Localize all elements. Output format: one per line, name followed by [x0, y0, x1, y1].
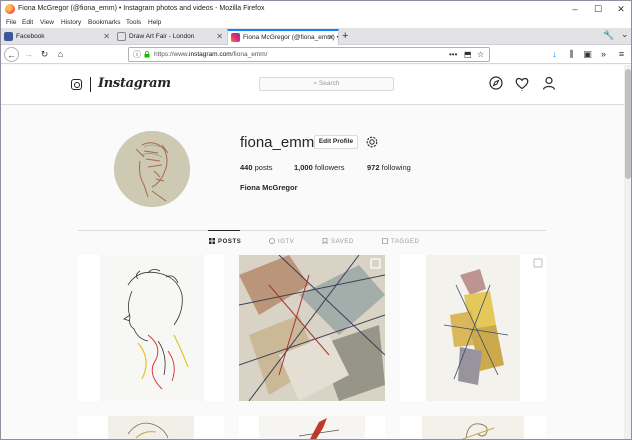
- post-thumbnail[interactable]: [400, 416, 546, 439]
- url-bar[interactable]: ⓘ https://www.instagram.com/fiona_emm/ •…: [128, 47, 490, 62]
- post-figure-drawing-image: [400, 255, 546, 401]
- logo-divider: [90, 77, 91, 92]
- following-stat[interactable]: 972 following: [367, 163, 411, 172]
- search-placeholder: Search: [318, 80, 340, 87]
- tag-person-icon: [382, 238, 388, 244]
- wrench-icon[interactable]: 🔧: [603, 30, 614, 41]
- tab-label: Fiona McGregor (@fiona_emm) •: [243, 34, 339, 41]
- posts-stat: 440 posts: [240, 163, 273, 172]
- profile-username: fiona_emm: [240, 134, 315, 151]
- menu-tools[interactable]: Tools: [126, 17, 141, 28]
- close-tab-icon[interactable]: ✕: [103, 29, 110, 44]
- menu-help[interactable]: Help: [148, 17, 161, 28]
- profile-full-name: Fiona McGregor: [240, 183, 298, 192]
- tab-draw-art-fair[interactable]: Draw Art Fair - London ✕: [114, 29, 227, 45]
- forward-button[interactable]: →: [21, 47, 36, 62]
- instagram-logo[interactable]: Instagram: [98, 76, 171, 91]
- profile-tabs-divider: [78, 230, 546, 231]
- bookmark-icon: [322, 238, 328, 244]
- lock-icon: [144, 51, 150, 58]
- download-icon[interactable]: ↓: [547, 47, 562, 62]
- activity-heart-icon[interactable]: [514, 75, 530, 91]
- profile-user-icon[interactable]: [541, 75, 557, 91]
- menu-edit[interactable]: Edit: [22, 17, 33, 28]
- tab-facebook[interactable]: Facebook ✕: [1, 29, 114, 45]
- new-tab-button[interactable]: +: [342, 28, 348, 44]
- close-tab-icon[interactable]: ✕: [216, 29, 223, 44]
- post-abstract-drawing-image: [239, 255, 385, 401]
- page-scrollbar[interactable]: [624, 65, 631, 439]
- igtv-icon: [269, 238, 275, 244]
- tab-instagram[interactable]: Fiona McGregor (@fiona_emm) • ✕: [227, 29, 339, 45]
- instagram-icon: [231, 33, 240, 42]
- home-button[interactable]: ⌂: [53, 47, 68, 62]
- menu-file[interactable]: File: [6, 17, 16, 28]
- tab-strip: Facebook ✕ Draw Art Fair - London ✕ Fion…: [1, 28, 631, 45]
- close-tab-icon[interactable]: ✕: [327, 31, 334, 44]
- reload-button[interactable]: ↻: [37, 47, 52, 62]
- grid-icon: [209, 238, 215, 244]
- firefox-window: Fiona McGregor (@fiona_emm) • Instagram …: [0, 0, 632, 440]
- post-thumbnail[interactable]: [400, 255, 546, 401]
- maximize-button[interactable]: ☐: [588, 1, 608, 17]
- scrollbar-thumb[interactable]: [625, 69, 631, 179]
- explore-compass-icon[interactable]: [488, 75, 504, 91]
- menu-bookmarks[interactable]: Bookmarks: [88, 17, 121, 28]
- settings-gear-icon[interactable]: [365, 135, 379, 149]
- menu-history[interactable]: History: [61, 17, 81, 28]
- info-icon[interactable]: ⓘ: [133, 48, 141, 61]
- page-actions-button[interactable]: •••: [449, 48, 457, 61]
- tab-igtv[interactable]: IGTV: [269, 238, 294, 245]
- title-bar: Fiona McGregor (@fiona_emm) • Instagram …: [1, 1, 631, 17]
- post-thumbnail[interactable]: [239, 255, 385, 401]
- sidebar-icon[interactable]: ▣: [580, 47, 595, 62]
- firefox-icon: [5, 4, 15, 14]
- avatar-sketch-image: [114, 131, 190, 207]
- instagram-header: Instagram ⌕ Search: [1, 65, 631, 105]
- site-icon: [117, 32, 126, 41]
- bookmark-star-icon[interactable]: ☆: [477, 48, 484, 61]
- chevron-down-icon[interactable]: ⌄: [621, 29, 629, 40]
- post-thumbnail[interactable]: [239, 416, 385, 439]
- avatar[interactable]: [114, 131, 190, 207]
- tab-tagged[interactable]: TAGGED: [382, 238, 420, 245]
- overflow-icon[interactable]: »: [596, 47, 611, 62]
- followers-stat[interactable]: 1,000 followers: [294, 163, 344, 172]
- back-button[interactable]: ←: [4, 47, 19, 62]
- active-tab-indicator: [208, 230, 240, 231]
- edit-profile-button[interactable]: Edit Profile: [314, 135, 358, 149]
- pocket-icon[interactable]: ⬒: [464, 48, 472, 61]
- post-spiral-sketch-image: [400, 416, 546, 439]
- menu-view[interactable]: View: [40, 17, 54, 28]
- post-red-brush-image: [239, 416, 385, 439]
- search-input[interactable]: ⌕ Search: [259, 77, 394, 91]
- post-thumbnail[interactable]: [78, 416, 224, 439]
- tab-label: Draw Art Fair - London: [129, 33, 195, 40]
- window-title: Fiona McGregor (@fiona_emm) • Instagram …: [18, 5, 265, 12]
- menu-bar: File Edit View History Bookmarks Tools H…: [1, 17, 631, 28]
- facebook-icon: [4, 32, 13, 41]
- post-sketch-portrait-image: [78, 255, 224, 401]
- tab-saved[interactable]: SAVED: [322, 238, 354, 245]
- library-icon[interactable]: ⫼: [564, 47, 579, 62]
- close-button[interactable]: ✕: [611, 1, 631, 17]
- post-thumbnail[interactable]: [78, 255, 224, 401]
- tab-posts[interactable]: POSTS: [209, 238, 241, 245]
- minimize-button[interactable]: –: [565, 1, 585, 17]
- post-sketch-image: [78, 416, 224, 439]
- tab-label: Facebook: [16, 33, 45, 40]
- navigation-toolbar: ← → ↻ ⌂ ⓘ https://www.instagram.com/fion…: [1, 45, 631, 64]
- hamburger-menu-icon[interactable]: ≡: [614, 47, 629, 62]
- instagram-camera-icon[interactable]: [71, 79, 82, 90]
- url-text[interactable]: https://www.instagram.com/fiona_emm/: [154, 48, 267, 61]
